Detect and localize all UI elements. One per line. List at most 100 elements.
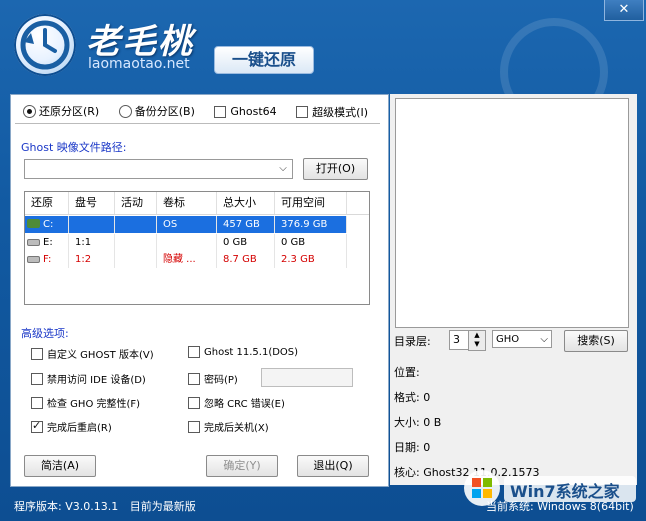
chevron-up-icon[interactable]: ▲ (469, 331, 485, 340)
ghost-version-option[interactable]: Ghost 11.5.1(DOS) (188, 346, 298, 358)
clock-logo-icon (14, 14, 76, 76)
watermark: Win7系统之家 (460, 462, 640, 512)
restore-partition-option[interactable]: 还原分区(R) (23, 103, 99, 119)
checkbox-icon[interactable] (188, 346, 200, 358)
reboot-after-option[interactable]: 完成后重启(R) (31, 419, 112, 434)
version-text: 程序版本: V3.0.13.1 (14, 500, 119, 513)
hard-drive-icon (27, 239, 40, 246)
ghost64-option[interactable]: Ghost64 (214, 105, 277, 118)
confirm-button[interactable]: 确定(Y) (206, 455, 278, 477)
column-header[interactable]: 可用空间 (275, 192, 347, 214)
disable-ide-option[interactable]: 禁用访问 IDE 设备(D) (31, 371, 146, 386)
password-input[interactable] (261, 368, 353, 387)
radio-icon[interactable] (118, 104, 132, 118)
drive-c-icon (27, 219, 40, 228)
table-row[interactable]: C: OS 457 GB 376.9 GB (25, 216, 369, 233)
right-panel: 目录层: 3 ▲ ▼ GHO ⌵ 搜索(S) 位置: 格式: 0 大小: 0 B… (390, 94, 637, 485)
restore-partition-label: 还原分区(R) (39, 105, 100, 118)
checkbox-icon[interactable] (31, 347, 43, 360)
table-header: 还原 盘号 活动 卷标 总大小 可用空间 (25, 192, 369, 215)
app-window: 老毛桃 laomaotao.net 一键还原 ✕ 还原分区(R) 备份分区(B)… (0, 0, 646, 521)
format-label: 格式: 0 (394, 391, 431, 404)
active-cell (115, 216, 157, 233)
update-text: 目前为最新版 (129, 500, 196, 513)
password-option[interactable]: 密码(P) (188, 371, 238, 386)
column-header[interactable]: 活动 (115, 192, 157, 214)
drive-letter: E: (43, 237, 53, 248)
advanced-options-label: 高级选项: (21, 327, 69, 340)
check-gho-option[interactable]: 检查 GHO 完整性(F) (31, 395, 140, 410)
chevron-down-icon[interactable]: ⌵ (276, 161, 290, 177)
column-header[interactable]: 盘号 (69, 192, 115, 214)
active-cell (115, 251, 157, 268)
backup-partition-label: 备份分区(B) (134, 105, 195, 118)
chevron-down-icon[interactable]: ⌵ (540, 331, 548, 349)
disk-cell: 1:1 (69, 234, 115, 251)
checkbox-icon[interactable] (31, 372, 43, 385)
search-button[interactable]: 搜索(S) (564, 330, 628, 352)
ignore-crc-label: 忽略 CRC 错误(E) (204, 399, 285, 410)
left-panel: 还原分区(R) 备份分区(B) Ghost64 超级模式(I) Ghost 映像… (10, 94, 389, 487)
disable-ide-label: 禁用访问 IDE 设备(D) (47, 375, 146, 386)
drive-letter: F: (43, 254, 52, 265)
checkbox-checked-icon[interactable] (31, 419, 43, 433)
ignore-crc-option[interactable]: 忽略 CRC 错误(E) (188, 395, 285, 410)
simple-button[interactable]: 简洁(A) (24, 455, 96, 477)
ghost-path-label: Ghost 映像文件路径: (21, 141, 127, 154)
shutdown-after-label: 完成后关机(X) (204, 423, 269, 434)
custom-ghost-version-option[interactable]: 自定义 GHOST 版本(V) (31, 346, 154, 361)
checkbox-icon[interactable] (188, 396, 200, 409)
password-label: 密码(P) (204, 375, 238, 386)
drive-cell: F: (25, 251, 69, 268)
drive-cell: E: (25, 234, 69, 251)
ghost-path-combobox[interactable]: ⌵ (24, 159, 293, 179)
ghost64-label: Ghost64 (230, 105, 277, 118)
total-cell: 457 GB (217, 216, 275, 233)
size-label: 大小: 0 B (394, 416, 442, 429)
product-badge: 一键还原 (214, 46, 314, 74)
checkbox-icon[interactable] (188, 420, 200, 433)
radio-selected-icon[interactable] (23, 104, 36, 118)
disk-cell (69, 216, 115, 233)
column-header[interactable]: 总大小 (217, 192, 275, 214)
table-row[interactable]: F: 1:2 隐藏 ... 8.7 GB 2.3 GB (25, 251, 369, 268)
chevron-down-icon[interactable]: ▼ (469, 340, 485, 349)
checkbox-icon[interactable] (296, 105, 309, 118)
total-cell: 0 GB (217, 234, 275, 251)
checkbox-icon[interactable] (214, 105, 227, 118)
dir-level-stepper[interactable]: ▲ ▼ (468, 330, 486, 351)
column-header[interactable]: 还原 (25, 192, 69, 214)
drive-cell: C: (25, 216, 69, 233)
header: 老毛桃 laomaotao.net 一键还原 ✕ (0, 0, 646, 126)
drive-letter: C: (43, 219, 54, 230)
exit-button[interactable]: 退出(Q) (297, 455, 369, 477)
shutdown-after-option[interactable]: 完成后关机(X) (188, 419, 269, 434)
super-mode-label: 超级模式(I) (312, 105, 368, 119)
total-cell: 8.7 GB (217, 251, 275, 268)
partition-table[interactable]: 还原 盘号 活动 卷标 总大小 可用空间 C: OS 457 GB 376.9 … (24, 191, 370, 305)
super-mode-option[interactable]: 超级模式(I) (296, 104, 368, 120)
free-cell: 376.9 GB (275, 216, 347, 233)
ext-select[interactable]: GHO ⌵ (492, 330, 552, 348)
checkbox-icon[interactable] (188, 372, 200, 385)
checkbox-icon[interactable] (31, 396, 43, 409)
site-url: laomaotao.net (88, 56, 190, 72)
open-button[interactable]: 打开(O) (303, 158, 368, 180)
table-row[interactable]: E: 1:1 0 GB 0 GB (25, 234, 369, 251)
free-cell: 2.3 GB (275, 251, 347, 268)
column-header[interactable]: 卷标 (157, 192, 217, 214)
custom-ghost-version-label: 自定义 GHOST 版本(V) (47, 350, 154, 361)
mode-row: 还原分区(R) 备份分区(B) Ghost64 超级模式(I) (23, 103, 384, 121)
divider (15, 123, 380, 124)
status-bar: 程序版本: V3.0.13.1 目前为最新版 (14, 498, 204, 514)
backup-partition-option[interactable]: 备份分区(B) (118, 103, 195, 119)
watermark-text: Win7系统之家 (510, 482, 620, 501)
ghost-version-label: Ghost 11.5.1(DOS) (204, 346, 299, 358)
reboot-after-label: 完成后重启(R) (47, 423, 112, 434)
disk-cell: 1:2 (69, 251, 115, 268)
hard-drive-icon (27, 256, 40, 263)
free-cell: 0 GB (275, 234, 347, 251)
close-button[interactable]: ✕ (604, 0, 644, 21)
label-cell (157, 234, 217, 251)
active-cell (115, 234, 157, 251)
